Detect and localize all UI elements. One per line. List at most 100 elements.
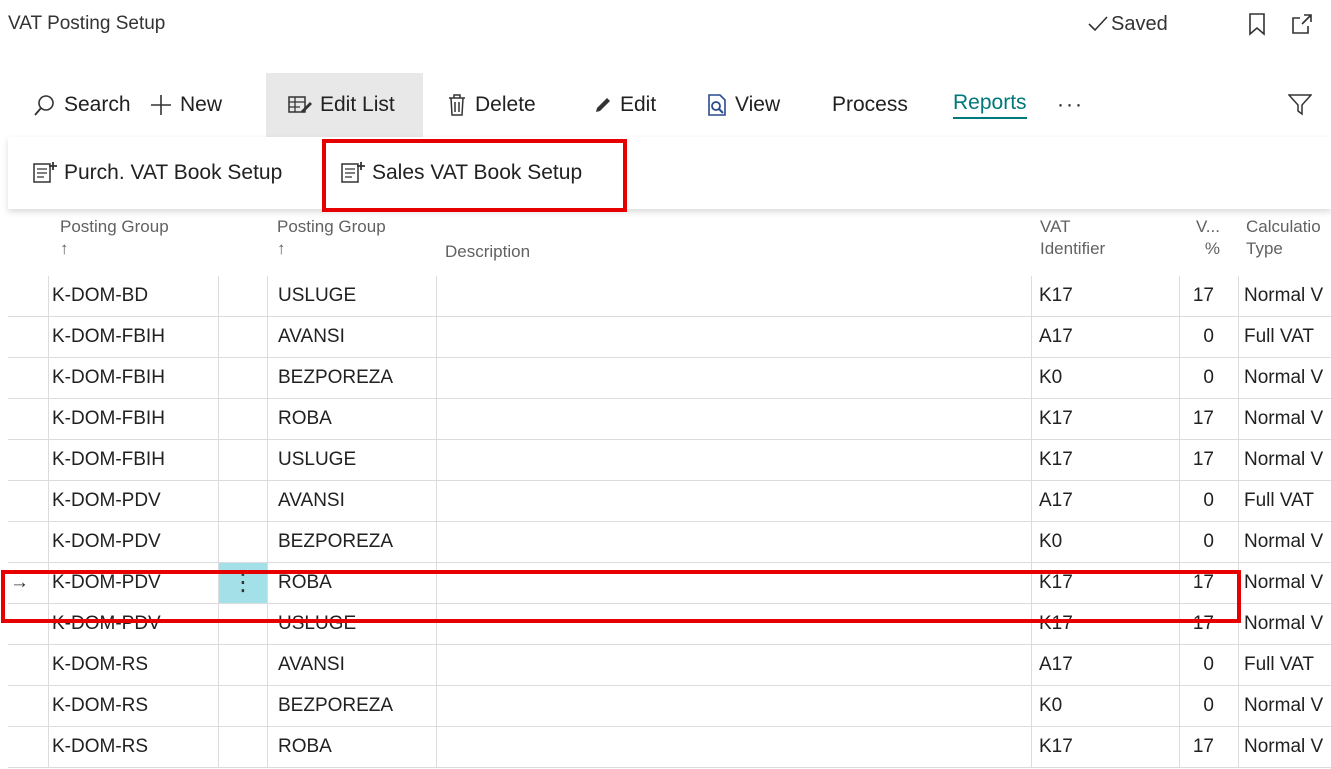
- bus-posting-group-cell[interactable]: K-DOM-PDV: [52, 604, 217, 644]
- bus-posting-group-cell[interactable]: K-DOM-RS: [52, 686, 217, 726]
- calculation-type-cell[interactable]: Normal V: [1244, 399, 1331, 439]
- bus-posting-group-cell[interactable]: K-DOM-FBIH: [52, 317, 217, 357]
- calculation-type-cell[interactable]: Normal V: [1244, 440, 1331, 480]
- prod-posting-group-cell[interactable]: BEZPOREZA: [278, 358, 438, 398]
- vat-identifier-cell[interactable]: A17: [1039, 481, 1169, 521]
- bus-posting-group-cell[interactable]: K-DOM-PDV: [52, 522, 217, 562]
- vat-pct-cell[interactable]: 17: [1180, 276, 1214, 316]
- reports-menu[interactable]: Reports: [953, 73, 1027, 137]
- calculation-type-cell[interactable]: Full VAT: [1244, 317, 1331, 357]
- prod-posting-group-cell[interactable]: AVANSI: [278, 645, 438, 685]
- filter-button[interactable]: [1288, 73, 1320, 137]
- vat-pct-cell[interactable]: 17: [1180, 604, 1214, 644]
- table-row[interactable]: K-DOM-RS ROBA K17 17 Normal V: [8, 727, 1331, 768]
- bus-posting-group-cell[interactable]: K-DOM-PDV: [52, 481, 217, 521]
- edit-list-button[interactable]: Edit List: [266, 73, 423, 137]
- vat-pct-cell[interactable]: 0: [1180, 645, 1214, 685]
- bus-posting-group-cell[interactable]: K-DOM-RS: [52, 727, 217, 767]
- vat-identifier-cell[interactable]: K17: [1039, 440, 1169, 480]
- edit-button[interactable]: Edit: [594, 73, 656, 137]
- vat-pct-cell[interactable]: 0: [1180, 358, 1214, 398]
- calculation-type-cell[interactable]: Normal V: [1244, 604, 1331, 644]
- description-cell[interactable]: [445, 645, 1025, 685]
- purch-vat-book-setup-button[interactable]: Purch. VAT Book Setup: [32, 137, 282, 209]
- bus-posting-group-cell[interactable]: K-DOM-RS: [52, 645, 217, 685]
- description-cell[interactable]: [445, 481, 1025, 521]
- description-cell[interactable]: [445, 522, 1025, 562]
- calculation-type-cell[interactable]: Normal V: [1244, 358, 1331, 398]
- table-row[interactable]: K-DOM-PDV USLUGE K17 17 Normal V: [8, 604, 1331, 645]
- view-button[interactable]: View: [707, 73, 780, 137]
- more-options-button[interactable]: ···: [1057, 73, 1084, 137]
- bus-posting-group-cell[interactable]: K-DOM-FBIH: [52, 440, 217, 480]
- calculation-type-cell[interactable]: Normal V: [1244, 727, 1331, 767]
- description-cell[interactable]: [445, 399, 1025, 439]
- calculation-type-header[interactable]: Calculatio Type: [1246, 216, 1321, 260]
- vat-identifier-cell[interactable]: K0: [1039, 522, 1169, 562]
- description-cell[interactable]: [445, 276, 1025, 316]
- table-row[interactable]: K-DOM-RS BEZPOREZA K0 0 Normal V: [8, 686, 1331, 727]
- open-new-window-icon[interactable]: [1290, 12, 1314, 36]
- vat-identifier-cell[interactable]: A17: [1039, 645, 1169, 685]
- bus-posting-group-cell[interactable]: K-DOM-FBIH: [52, 399, 217, 439]
- bus-posting-group-cell[interactable]: K-DOM-BD: [52, 276, 217, 316]
- prod-posting-group-cell[interactable]: BEZPOREZA: [278, 686, 438, 726]
- vat-identifier-cell[interactable]: K17: [1039, 604, 1169, 644]
- vat-identifier-cell[interactable]: K17: [1039, 276, 1169, 316]
- table-row[interactable]: K-DOM-BD USLUGE K17 17 Normal V: [8, 276, 1331, 317]
- vat-identifier-cell[interactable]: K0: [1039, 686, 1169, 726]
- vat-identifier-cell[interactable]: K17: [1039, 399, 1169, 439]
- calculation-type-cell[interactable]: Full VAT: [1244, 481, 1331, 521]
- description-cell[interactable]: [445, 440, 1025, 480]
- table-row[interactable]: K-DOM-FBIH USLUGE K17 17 Normal V: [8, 440, 1331, 481]
- vat-identifier-cell[interactable]: K17: [1039, 727, 1169, 767]
- bus-posting-group-header[interactable]: Posting Group ↑: [60, 216, 169, 260]
- description-cell[interactable]: [445, 686, 1025, 726]
- row-actions-menu-button[interactable]: ⋮: [219, 563, 267, 603]
- table-row[interactable]: K-DOM-FBIH BEZPOREZA K0 0 Normal V: [8, 358, 1331, 399]
- vat-identifier-cell[interactable]: K0: [1039, 358, 1169, 398]
- bus-posting-group-cell[interactable]: K-DOM-PDV: [52, 563, 217, 603]
- description-cell[interactable]: [445, 563, 1025, 603]
- calculation-type-cell[interactable]: Normal V: [1244, 563, 1331, 603]
- table-row[interactable]: K-DOM-PDV AVANSI A17 0 Full VAT: [8, 481, 1331, 522]
- vat-pct-cell[interactable]: 17: [1180, 727, 1214, 767]
- sales-vat-book-setup-button[interactable]: Sales VAT Book Setup: [340, 137, 582, 209]
- vat-pct-cell[interactable]: 17: [1180, 440, 1214, 480]
- search-button[interactable]: Search: [34, 73, 131, 137]
- process-menu[interactable]: Process: [832, 73, 908, 137]
- prod-posting-group-cell[interactable]: BEZPOREZA: [278, 522, 438, 562]
- calculation-type-cell[interactable]: Normal V: [1244, 686, 1331, 726]
- table-row[interactable]: K-DOM-RS AVANSI A17 0 Full VAT: [8, 645, 1331, 686]
- delete-button[interactable]: Delete: [447, 73, 536, 137]
- prod-posting-group-cell[interactable]: ROBA: [278, 399, 438, 439]
- prod-posting-group-cell[interactable]: AVANSI: [278, 317, 438, 357]
- prod-posting-group-cell[interactable]: USLUGE: [278, 604, 438, 644]
- prod-posting-group-cell[interactable]: AVANSI: [278, 481, 438, 521]
- vat-pct-cell[interactable]: 0: [1180, 686, 1214, 726]
- vat-identifier-cell[interactable]: A17: [1039, 317, 1169, 357]
- prod-posting-group-cell[interactable]: USLUGE: [278, 276, 438, 316]
- bus-posting-group-cell[interactable]: K-DOM-FBIH: [52, 358, 217, 398]
- description-cell[interactable]: [445, 358, 1025, 398]
- calculation-type-cell[interactable]: Full VAT: [1244, 645, 1331, 685]
- vat-pct-header[interactable]: V... %: [1196, 216, 1220, 260]
- vat-pct-cell[interactable]: 0: [1180, 317, 1214, 357]
- calculation-type-cell[interactable]: Normal V: [1244, 522, 1331, 562]
- description-cell[interactable]: [445, 727, 1025, 767]
- prod-posting-group-cell[interactable]: ROBA: [278, 727, 438, 767]
- vat-pct-cell[interactable]: 0: [1180, 522, 1214, 562]
- vat-identifier-cell[interactable]: K17: [1039, 563, 1169, 603]
- calculation-type-cell[interactable]: Normal V: [1244, 276, 1331, 316]
- vat-pct-cell[interactable]: 17: [1180, 399, 1214, 439]
- new-button[interactable]: New: [150, 73, 222, 137]
- vat-pct-cell[interactable]: 0: [1180, 481, 1214, 521]
- table-row[interactable]: K-DOM-FBIH AVANSI A17 0 Full VAT: [8, 317, 1331, 358]
- description-header[interactable]: Description: [445, 241, 530, 263]
- bookmark-icon[interactable]: [1248, 12, 1266, 36]
- prod-posting-group-header[interactable]: Posting Group ↑: [277, 216, 386, 260]
- description-cell[interactable]: [445, 604, 1025, 644]
- prod-posting-group-cell[interactable]: USLUGE: [278, 440, 438, 480]
- prod-posting-group-cell[interactable]: ROBA: [278, 563, 438, 603]
- table-row[interactable]: K-DOM-PDV BEZPOREZA K0 0 Normal V: [8, 522, 1331, 563]
